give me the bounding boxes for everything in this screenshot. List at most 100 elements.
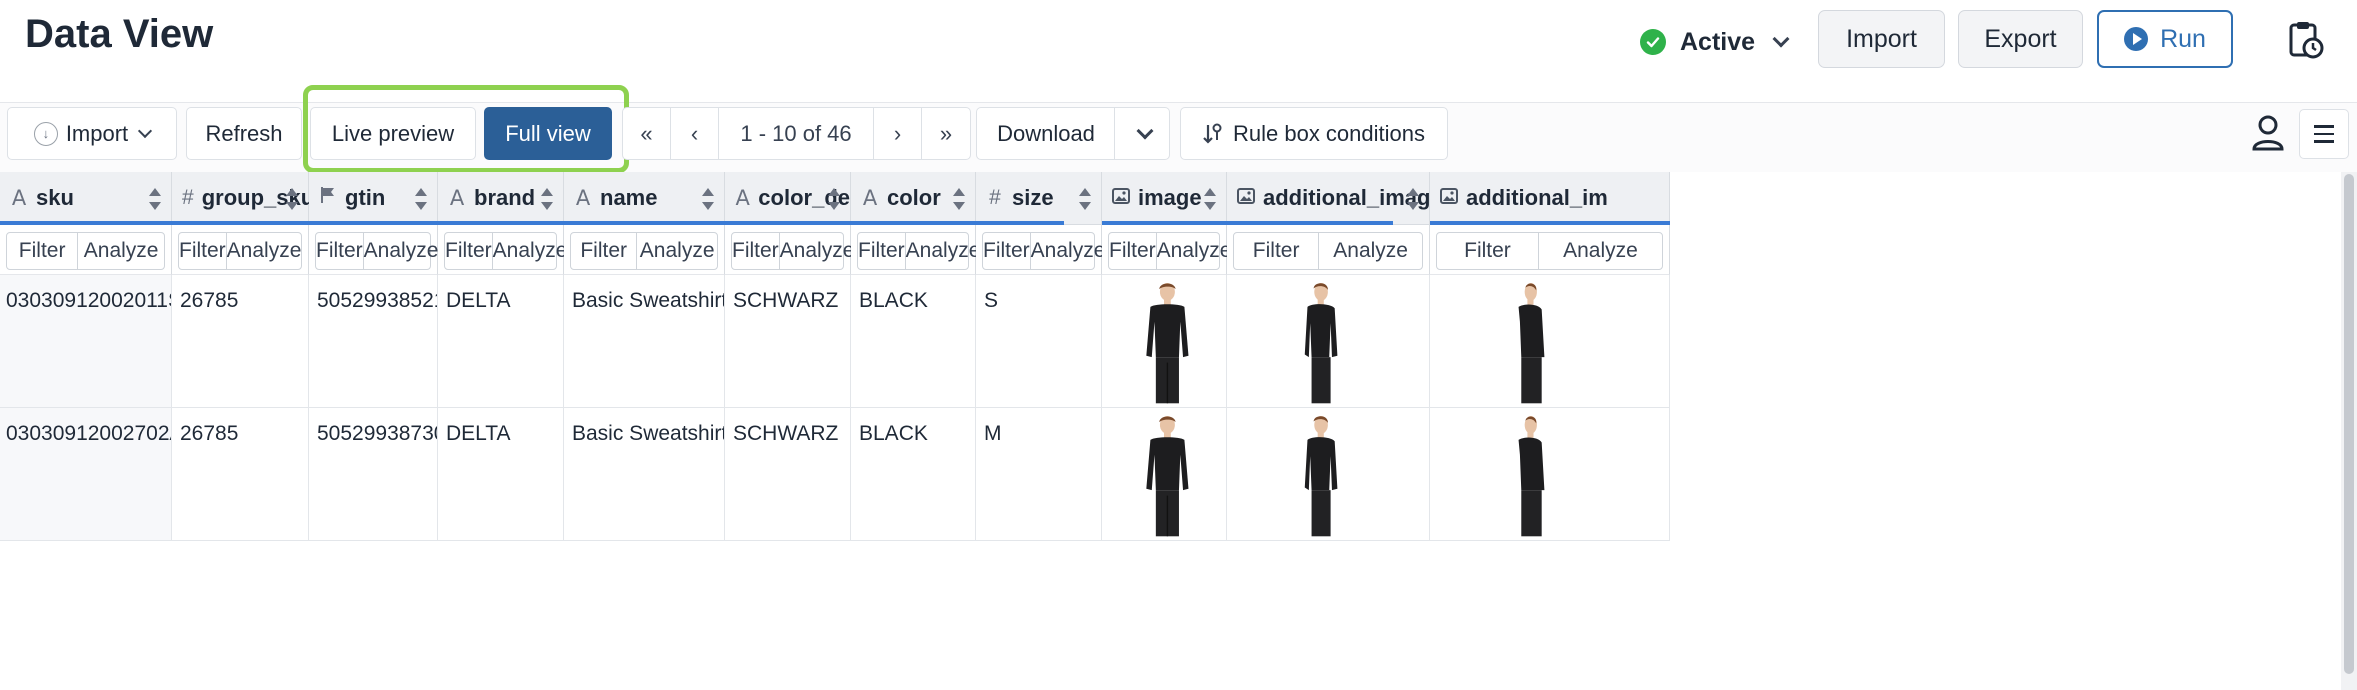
table-cell-color-de[interactable]: SCHWARZ	[725, 408, 851, 541]
live-preview-button[interactable]: Live preview	[310, 107, 476, 160]
column-header-sku[interactable]: 𝖠sku	[0, 172, 172, 225]
sort-icon[interactable]	[541, 188, 553, 210]
column-header-additional-image-1[interactable]: additional_image_1	[1227, 172, 1467, 225]
sort-icon[interactable]	[415, 188, 427, 210]
filter-button[interactable]: Filter	[179, 233, 227, 269]
sort-icon[interactable]	[1204, 188, 1216, 210]
filter-analyze-group: Filter Analyze	[6, 232, 165, 270]
analyze-button[interactable]: Analyze	[78, 233, 164, 269]
column-header-gtin[interactable]: gtin	[309, 172, 438, 225]
page-range: 1 - 10 of 46	[719, 108, 874, 159]
image-icon	[1112, 186, 1130, 210]
column-header-brand[interactable]: 𝖠brand	[438, 172, 564, 225]
filter-analyze-group: Filter Analyze	[857, 232, 980, 270]
column-header-image[interactable]: image	[1102, 172, 1227, 225]
column-header-group-sku[interactable]: # group_sku	[172, 172, 314, 225]
chevron-down-icon	[1136, 122, 1154, 139]
analyze-button[interactable]: Analyze	[637, 233, 717, 269]
status-dropdown[interactable]: Active	[1640, 22, 1790, 62]
analyze-button[interactable]: Analyze	[1157, 233, 1232, 269]
table-cell-image[interactable]	[1430, 408, 1670, 541]
user-icon[interactable]	[2250, 113, 2286, 153]
export-button[interactable]: Export	[1958, 10, 2083, 68]
chevron-down-icon	[1772, 30, 1790, 48]
table-cell-color[interactable]: BLACK	[851, 408, 976, 541]
table-cell-image[interactable]	[1227, 408, 1430, 541]
table-cell-name[interactable]: Basic Sweatshirt	[564, 408, 725, 541]
analyze-button[interactable]: Analyze	[1319, 233, 1422, 269]
analyze-button[interactable]: Analyze	[227, 233, 302, 269]
sort-icon[interactable]	[1407, 188, 1419, 210]
download-menu-button[interactable]	[1114, 107, 1170, 160]
table-cell-brand[interactable]: DELTA	[438, 408, 564, 541]
analyze-button[interactable]: Analyze	[1539, 233, 1662, 269]
filter-button[interactable]: Filter	[983, 233, 1031, 269]
next-page-button[interactable]: ›	[874, 108, 922, 159]
rules-label: Rule box conditions	[1232, 120, 1425, 146]
filter-analyze-row: Filter Analyze	[0, 225, 172, 275]
table-cell-size[interactable]: M	[976, 408, 1102, 541]
product-photo	[1130, 414, 1205, 537]
sort-icon[interactable]	[953, 188, 965, 210]
table-cell-image[interactable]	[1430, 275, 1670, 408]
sort-icon[interactable]	[702, 188, 714, 210]
first-page-button[interactable]: «	[623, 108, 671, 159]
filter-button[interactable]: Filter	[7, 233, 79, 269]
filter-button[interactable]: Filter	[1109, 233, 1157, 269]
run-button[interactable]: Run	[2097, 10, 2233, 68]
refresh-button[interactable]: Refresh	[186, 107, 302, 160]
column-title: additional_im	[1466, 185, 1608, 210]
column-header-color-de[interactable]: 𝖠color_de	[725, 172, 851, 225]
filter-button[interactable]: Filter	[732, 233, 780, 269]
sort-icon[interactable]	[149, 188, 161, 210]
clipboard-clock-icon[interactable]	[2288, 20, 2324, 60]
table-cell-color-de[interactable]: SCHWARZ	[725, 275, 851, 408]
filter-button[interactable]: Filter	[858, 233, 906, 269]
table-cell-image[interactable]	[1102, 275, 1227, 408]
data-grid: 𝖠sku Filter Analyze # group_sku Filter Analyze…	[0, 172, 2340, 690]
table-cell-sku[interactable]: 03030912002011S128	[0, 275, 172, 408]
table-cell-group-sku[interactable]: 26785	[172, 408, 309, 541]
table-cell-size[interactable]: S	[976, 275, 1102, 408]
table-cell-group-sku[interactable]: 26785	[172, 275, 309, 408]
table-cell-sku[interactable]: 03030912002702A128	[0, 408, 172, 541]
import-button[interactable]: Import	[1818, 10, 1945, 68]
table-cell-image[interactable]	[1102, 408, 1227, 541]
table-cell-color[interactable]: BLACK	[851, 275, 976, 408]
rule-box-conditions-button[interactable]: Rule box conditions	[1180, 107, 1448, 160]
table-cell-gtin[interactable]: 5052993873067	[309, 408, 438, 541]
filter-button[interactable]: Filter	[1437, 233, 1539, 269]
column-title: size	[1012, 185, 1054, 210]
column-header-name[interactable]: 𝖠name	[564, 172, 725, 225]
prev-page-button[interactable]: ‹	[671, 108, 719, 159]
analyze-button[interactable]: Analyze	[906, 233, 981, 269]
analyze-button[interactable]: Analyze	[1031, 233, 1106, 269]
vertical-scrollbar[interactable]	[2341, 172, 2357, 690]
analyze-button[interactable]: Analyze	[493, 233, 568, 269]
table-cell-name[interactable]: Basic Sweatshirt	[564, 275, 725, 408]
filter-analyze-group: Filter Analyze	[731, 232, 854, 270]
sort-icon[interactable]	[828, 188, 840, 210]
filter-button[interactable]: Filter	[1234, 233, 1320, 269]
sort-icon[interactable]	[286, 188, 298, 210]
column-header-size[interactable]: # size	[976, 172, 1102, 225]
toolbar-import-dropdown[interactable]: ↓ Import	[7, 107, 177, 160]
analyze-button[interactable]: Analyze	[780, 233, 855, 269]
sort-icon[interactable]	[1079, 188, 1091, 210]
table-cell-brand[interactable]: DELTA	[438, 275, 564, 408]
table-cell-gtin[interactable]: 5052993852185	[309, 275, 438, 408]
analyze-button[interactable]: Analyze	[364, 233, 439, 269]
product-photo	[1283, 414, 1358, 537]
full-view-button[interactable]: Full view	[484, 107, 612, 160]
column-header-additional-im[interactable]: additional_im	[1430, 172, 1670, 225]
filter-button[interactable]: Filter	[571, 233, 638, 269]
product-photo	[1130, 281, 1205, 404]
download-button[interactable]: Download	[976, 107, 1116, 160]
column-header-color[interactable]: 𝖠color	[851, 172, 976, 225]
table-cell-image[interactable]	[1227, 275, 1430, 408]
last-page-button[interactable]: »	[922, 108, 970, 159]
hamburger-menu-icon[interactable]	[2299, 109, 2349, 159]
filter-button[interactable]: Filter	[316, 233, 364, 269]
filter-button[interactable]: Filter	[445, 233, 493, 269]
column-title: sku	[36, 185, 74, 210]
